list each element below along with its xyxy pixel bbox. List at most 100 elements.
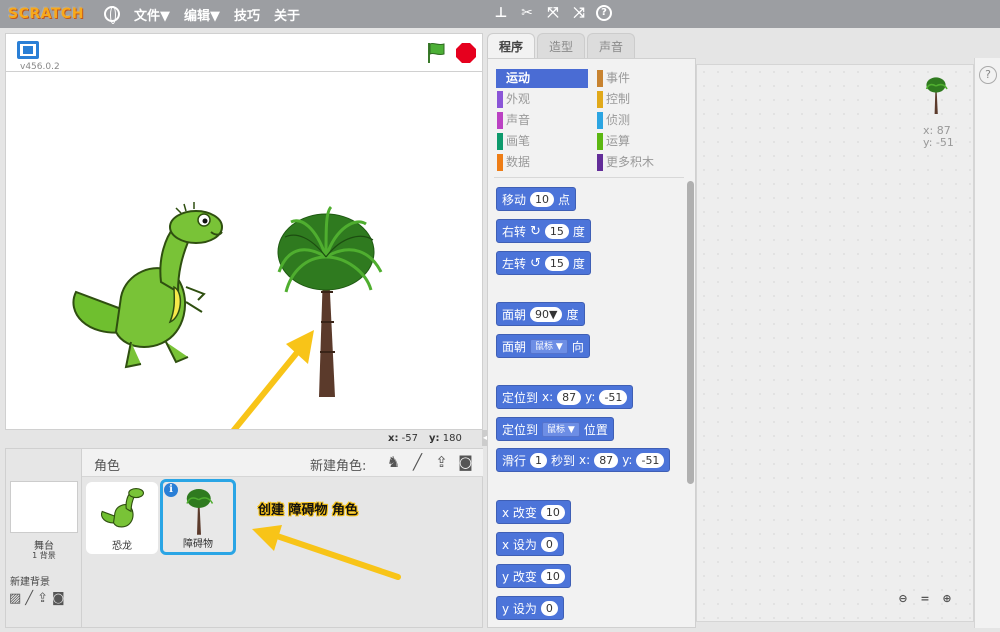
block-label: y:	[585, 390, 596, 404]
block-input[interactable]: 0	[540, 536, 558, 552]
sprite-name: 障碍物	[183, 539, 213, 550]
block-input[interactable]: 15	[544, 255, 569, 271]
block-goto-xy[interactable]: 定位到 x: 87 y: -51	[496, 385, 634, 409]
sprite-library-icon[interactable]: ♞	[385, 453, 402, 471]
block-turn-left[interactable]: 左转 ↺ 15 度	[496, 251, 591, 275]
duplicate-icon[interactable]: ⊥	[492, 5, 510, 21]
mouse-y-label: y:	[429, 433, 440, 444]
scratch-logo[interactable]: SCRATCH	[8, 6, 84, 22]
block-label: x 设为	[502, 537, 537, 552]
new-sprite-label: 新建角色:	[310, 459, 367, 474]
palette-scrollbar[interactable]	[687, 181, 694, 484]
sprite-tile-obstacle[interactable]: i 障碍物	[160, 479, 236, 555]
category-control[interactable]: 控制	[596, 90, 688, 109]
help-icon[interactable]: ?	[596, 5, 612, 21]
category-sensing[interactable]: 侦测	[596, 111, 688, 130]
backdrop-paint-icon[interactable]: ╱	[25, 591, 33, 606]
sprite-upload-icon[interactable]: ⇪	[433, 453, 450, 471]
block-point-towards[interactable]: 面朝 鼠标 ▼ 向	[496, 334, 590, 358]
language-globe-icon[interactable]	[103, 6, 120, 24]
block-label: 秒到	[551, 453, 576, 468]
block-input-secs[interactable]: 1	[530, 452, 548, 468]
block-input[interactable]: 10	[530, 191, 555, 207]
backdrop-upload-icon[interactable]: ⇪	[37, 591, 48, 606]
rotate-right-icon: ↻	[530, 223, 541, 239]
stop-icon[interactable]	[456, 43, 476, 63]
grow-icon[interactable]: ⤧	[544, 5, 562, 21]
block-dropdown[interactable]: 鼠标 ▼	[530, 338, 568, 354]
block-input-y[interactable]: -51	[636, 452, 665, 468]
zoom-controls: ⊖ = ⊕	[894, 592, 956, 608]
rotate-left-icon: ↺	[530, 255, 541, 271]
new-backdrop-label: 新建背景	[10, 577, 50, 588]
backdrop-count: 1 背景	[32, 551, 56, 560]
block-goto[interactable]: 定位到 鼠标 ▼ 位置	[496, 417, 614, 441]
annotation-arrow-up	[230, 330, 314, 429]
help-icon[interactable]: ?	[979, 66, 997, 84]
green-flag-icon[interactable]	[426, 42, 446, 64]
menu-edit[interactable]: 编辑▼	[184, 5, 220, 24]
category-looks[interactable]: 外观	[496, 90, 588, 109]
block-input[interactable]: 10	[540, 568, 565, 584]
block-label: 面朝	[502, 307, 527, 322]
tab-sounds[interactable]: 声音	[587, 33, 635, 59]
sprite-paint-icon[interactable]: ╱	[409, 453, 426, 471]
delete-icon[interactable]: ✂	[518, 5, 536, 21]
category-sound[interactable]: 声音	[496, 111, 588, 130]
category-operators[interactable]: 运算	[596, 132, 688, 151]
block-input[interactable]: 10	[540, 504, 565, 520]
zoom-reset-icon[interactable]: =	[916, 592, 934, 608]
tab-costumes[interactable]: 造型	[537, 33, 585, 59]
stage-canvas[interactable]	[5, 71, 483, 430]
block-change-y[interactable]: y 改变 10	[496, 564, 571, 588]
shrink-icon[interactable]: ⤨	[570, 5, 588, 21]
block-label: 点	[558, 192, 571, 207]
block-label: 定位到	[502, 390, 539, 405]
zoom-in-icon[interactable]: ⊕	[938, 592, 956, 608]
sprites-title: 角色	[94, 459, 121, 474]
menu-about[interactable]: 关于	[274, 5, 300, 24]
current-sprite-thumbnail	[925, 77, 948, 114]
menu-file[interactable]: 文件▼	[134, 5, 170, 24]
block-turn-right[interactable]: 右转 ↻ 15 度	[496, 219, 591, 243]
block-glide[interactable]: 滑行 1 秒到 x: 87 y: -51	[496, 448, 671, 472]
tab-scripts[interactable]: 程序	[487, 33, 535, 59]
block-label: x:	[542, 390, 554, 404]
scripts-area[interactable]: x: 87 y: -51 ⊖ = ⊕	[696, 64, 974, 622]
fullscreen-icon[interactable]	[17, 41, 39, 59]
zoom-out-icon[interactable]: ⊖	[894, 592, 912, 608]
block-input[interactable]: 15	[544, 223, 569, 239]
editor-tabs: 程序 造型 声音	[487, 33, 635, 59]
block-set-x[interactable]: x 设为 0	[496, 532, 564, 556]
category-data[interactable]: 数据	[496, 153, 588, 172]
sprites-header: 角色 新建角色: ♞ ╱ ⇪ ◙	[82, 449, 483, 477]
block-set-y[interactable]: y 设为 0	[496, 596, 564, 620]
menu-tips[interactable]: 技巧	[234, 5, 260, 24]
block-input-y[interactable]: -51	[599, 389, 628, 405]
block-input-x[interactable]: 87	[594, 452, 619, 468]
block-label: x 改变	[502, 505, 537, 520]
block-move[interactable]: 移动 10 点	[496, 187, 577, 211]
backdrop-camera-icon[interactable]: ◙	[52, 591, 65, 606]
block-input-x[interactable]: 87	[557, 389, 582, 405]
new-backdrop-tools: ▨ ╱ ⇪ ◙	[9, 591, 65, 606]
palm-tree-thumbnail	[186, 489, 214, 535]
block-input[interactable]: 90▼	[530, 306, 563, 322]
sprite-tile-dinosaur[interactable]: 恐龙	[86, 482, 158, 554]
category-motion[interactable]: 运动	[496, 69, 588, 88]
block-label: y 设为	[502, 601, 537, 616]
category-more-blocks[interactable]: 更多积木	[596, 153, 688, 172]
backdrop-library-icon[interactable]: ▨	[9, 591, 21, 606]
new-sprite-tools: ♞ ╱ ⇪ ◙	[385, 453, 474, 471]
category-events[interactable]: 事件	[596, 69, 688, 88]
block-point-direction[interactable]: 面朝 90▼ 度	[496, 302, 585, 326]
sprite-position-readout: x: 87 y: -51	[923, 125, 954, 149]
block-change-x[interactable]: x 改变 10	[496, 500, 571, 524]
stage-thumbnail[interactable]	[10, 481, 78, 533]
category-pen[interactable]: 画笔	[496, 132, 588, 151]
info-icon[interactable]: i	[164, 483, 178, 497]
block-dropdown[interactable]: 鼠标 ▼	[542, 421, 580, 437]
sprite-camera-icon[interactable]: ◙	[457, 453, 474, 471]
block-input[interactable]: 0	[540, 600, 558, 616]
block-label: 度	[572, 256, 585, 271]
